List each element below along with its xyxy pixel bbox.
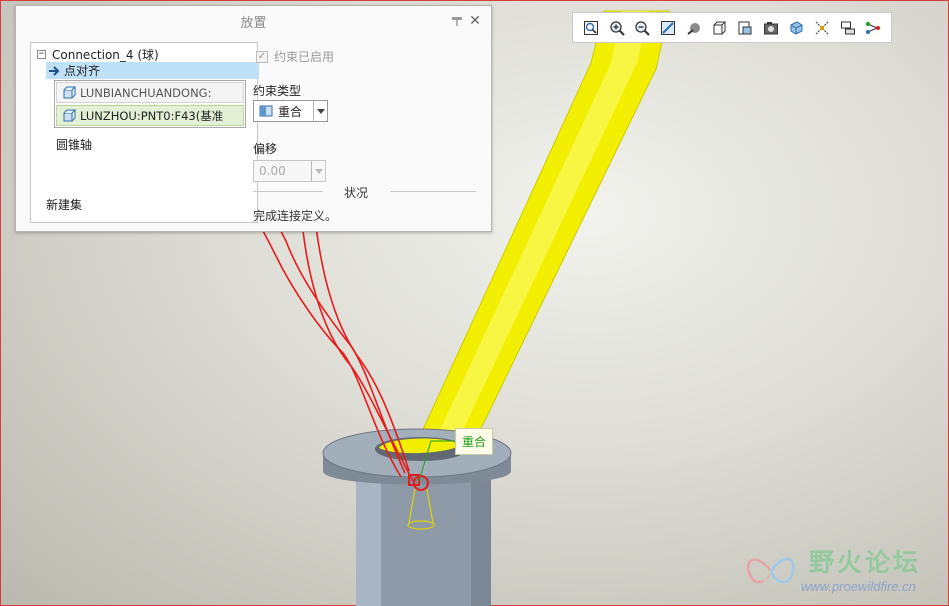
part-icon	[63, 109, 77, 121]
saved-views-icon[interactable]	[733, 16, 757, 40]
chevron-down-icon	[311, 161, 325, 181]
divider	[390, 191, 476, 192]
reference-2-label: LUNZHOU:PNT0:F43(基准	[80, 108, 224, 123]
bushing-part[interactable]	[322, 428, 512, 606]
display-style-icon[interactable]	[682, 16, 706, 40]
connection-label: Connection_4 (球)	[52, 47, 159, 62]
offset-label: 偏移	[253, 142, 278, 156]
reference-1-label: LUNBIANCHUANDONG:	[80, 85, 212, 100]
constraint-enabled-label: 约束已启用	[274, 50, 335, 64]
view-manager-icon[interactable]	[759, 16, 783, 40]
coincident-icon	[259, 105, 273, 117]
zoom-in-icon[interactable]	[605, 16, 629, 40]
tree-root-connection[interactable]: − Connection_4 (球)	[37, 46, 159, 62]
reference-item-1[interactable]: LUNBIANCHUANDONG:	[56, 82, 244, 103]
spin-center-icon[interactable]	[784, 16, 808, 40]
forum-watermark: 野火论坛 www.proewildfire.cn	[739, 539, 945, 601]
pin-icon[interactable]	[451, 15, 463, 27]
arrow-right-icon	[49, 65, 60, 76]
close-button[interactable]: ✕	[467, 12, 483, 30]
constraint-tree[interactable]: − Connection_4 (球) 点对齐 LUNBIANCHUANDONG:…	[30, 42, 259, 223]
graphics-viewport[interactable]: 重合 放置 ✕ − Connection_4 (球) 点对齐 LUNBIANCH…	[0, 0, 949, 606]
zoom-out-icon[interactable]	[630, 16, 654, 40]
watermark-url: www.proewildfire.cn	[801, 579, 916, 594]
datum-display-icon[interactable]	[810, 16, 834, 40]
graphics-toolbar	[572, 12, 892, 43]
chevron-down-icon[interactable]	[313, 101, 327, 121]
offset-input: 0.00	[253, 160, 326, 182]
status-text: 完成连接定义。	[253, 209, 338, 223]
point-align-label: 点对齐	[64, 64, 101, 78]
standard-orientation-icon[interactable]	[707, 16, 731, 40]
tree-item-point-align[interactable]: 点对齐	[46, 62, 259, 79]
point-display-icon[interactable]	[861, 16, 885, 40]
dialog-title: 放置	[240, 15, 267, 31]
refit-icon[interactable]	[579, 16, 603, 40]
expander-icon[interactable]: −	[37, 49, 46, 59]
constraint-type-value: 重合	[278, 104, 303, 119]
watermark-title: 野火论坛	[809, 548, 922, 577]
tree-item-cone-axis[interactable]: 圆锥轴	[56, 136, 92, 153]
constraint-type-select[interactable]: 重合	[253, 100, 328, 122]
divider	[253, 191, 323, 192]
constraint-type-label: 约束类型	[253, 84, 302, 98]
reference-collector[interactable]: LUNBIANCHUANDONG: LUNZHOU:PNT0:F43(基准	[54, 80, 246, 128]
repaint-icon[interactable]	[656, 16, 680, 40]
reference-item-2[interactable]: LUNZHOU:PNT0:F43(基准	[56, 105, 244, 126]
annotation-display-icon[interactable]	[836, 16, 860, 40]
coincident-tag[interactable]: 重合	[455, 428, 493, 455]
placement-dialog[interactable]: 放置 ✕ − Connection_4 (球) 点对齐 LUNBIANCHUAN…	[15, 5, 492, 232]
part-icon	[63, 86, 77, 98]
offset-value: 0.00	[259, 164, 286, 178]
constraint-enabled-row[interactable]: ✓ 约束已启用	[256, 48, 334, 65]
new-set-link[interactable]: 新建集	[46, 196, 82, 213]
butterfly-logo-icon	[746, 557, 795, 595]
status-section-label: 状况	[344, 186, 369, 200]
constraint-enabled-checkbox[interactable]: ✓	[256, 50, 268, 63]
